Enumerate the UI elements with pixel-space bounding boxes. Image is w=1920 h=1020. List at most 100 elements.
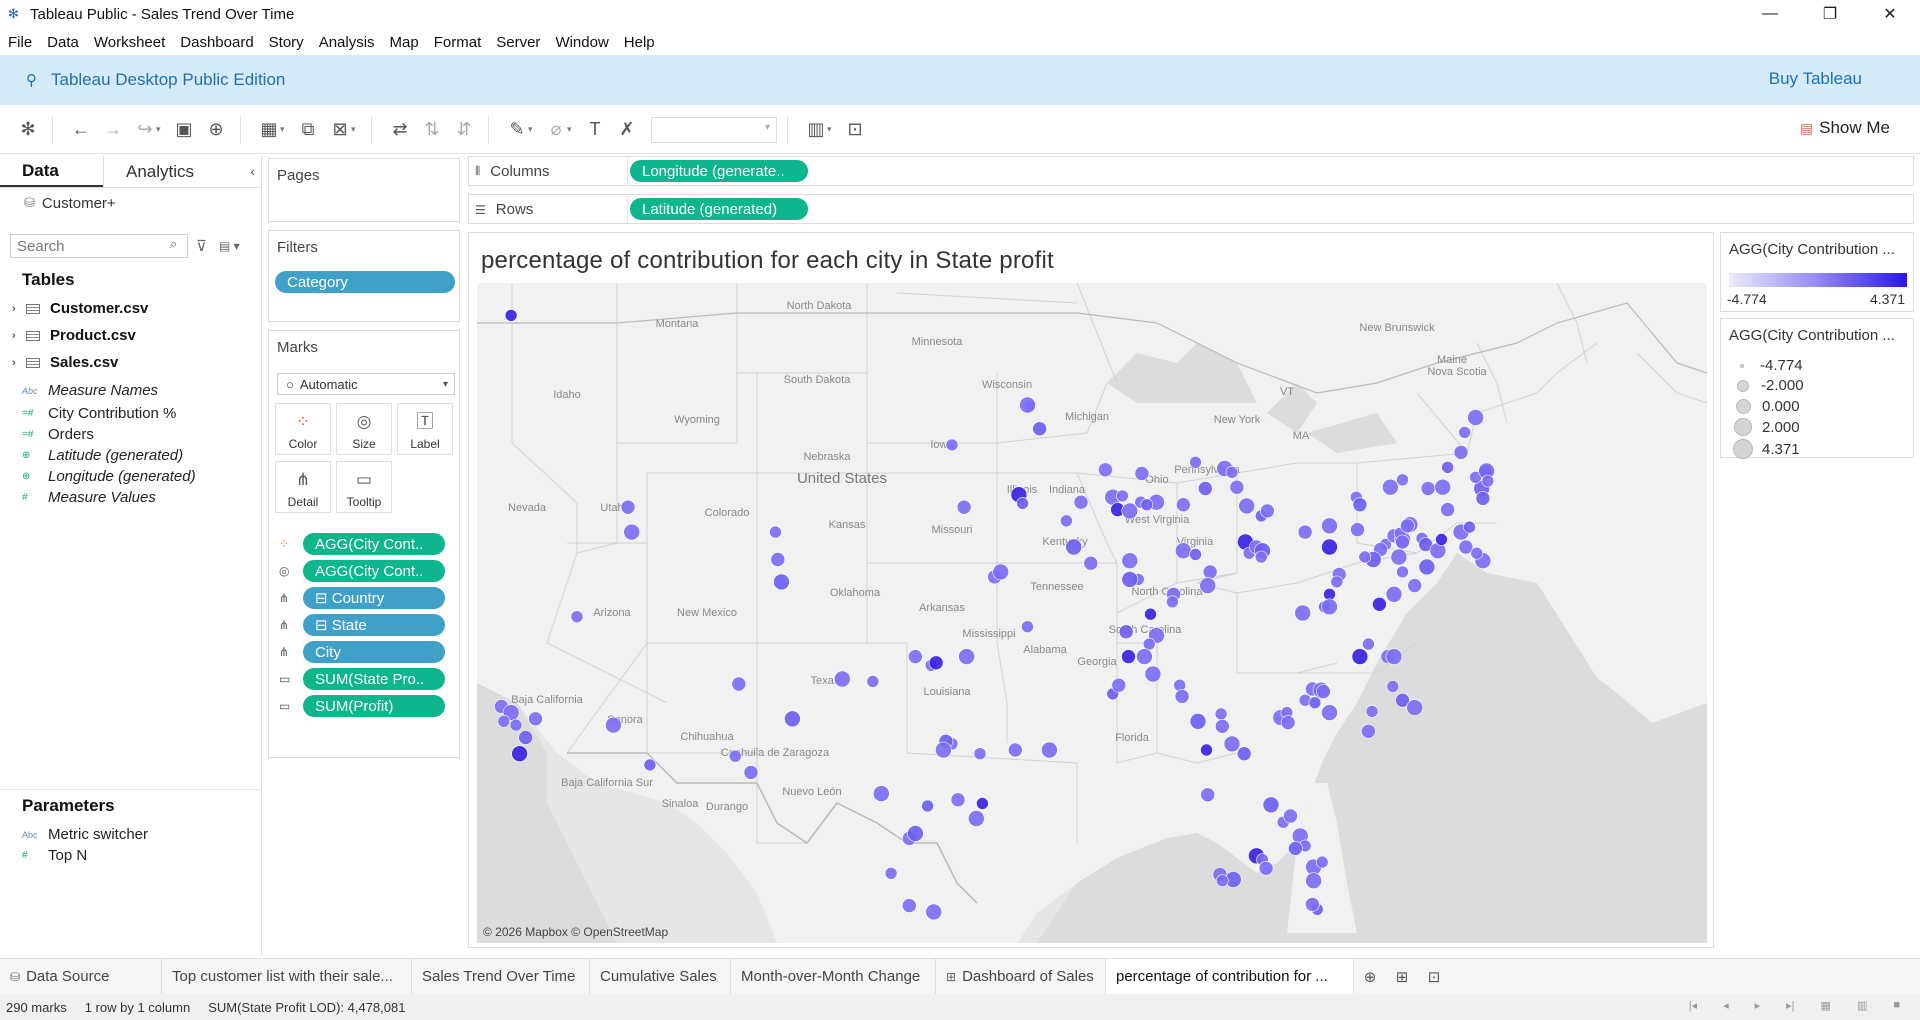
city-mark[interactable] [1098, 462, 1113, 478]
city-mark[interactable] [1288, 841, 1303, 856]
city-mark[interactable] [1214, 707, 1228, 721]
city-mark[interactable] [1136, 648, 1153, 665]
city-mark[interactable] [1396, 473, 1409, 487]
city-mark[interactable] [1238, 497, 1256, 515]
city-mark[interactable] [950, 792, 966, 808]
city-mark[interactable] [1321, 517, 1338, 535]
restore-button[interactable]: ❐ [1800, 0, 1860, 28]
city-mark[interactable] [769, 525, 782, 539]
city-mark[interactable] [1385, 648, 1403, 665]
menu-analysis[interactable]: Analysis [311, 34, 382, 51]
menu-file[interactable]: File [0, 34, 39, 51]
fix-axes-icon[interactable]: ✗ [613, 116, 641, 144]
city-mark[interactable] [1458, 426, 1472, 439]
city-mark[interactable] [1019, 396, 1036, 414]
city-mark[interactable] [1382, 478, 1399, 496]
dashboard-tab[interactable]: ⊞ Dashboard of Sales [936, 958, 1106, 995]
city-mark[interactable] [1420, 481, 1436, 496]
new-worksheet-icon[interactable]: ▦ [255, 116, 283, 144]
city-mark[interactable] [1223, 735, 1241, 753]
city-mark[interactable] [1007, 742, 1023, 758]
city-mark[interactable] [1372, 596, 1387, 612]
sort-descending-icon[interactable]: ⇵ [450, 116, 478, 144]
city-mark[interactable] [1441, 461, 1454, 474]
city-mark[interactable] [1434, 478, 1452, 496]
city-mark[interactable] [1351, 648, 1369, 665]
menu-help[interactable]: Help [616, 34, 662, 51]
city-mark[interactable] [1294, 604, 1312, 622]
sheet-tab[interactable]: Top customer list with their sale... [162, 958, 412, 995]
table-item[interactable]: › Product.csv [12, 327, 136, 344]
menu-dashboard[interactable]: Dashboard [172, 34, 260, 51]
tab-analytics[interactable]: Analytics ‹ [103, 156, 261, 187]
city-mark[interactable] [1315, 855, 1329, 869]
city-mark[interactable] [1144, 607, 1157, 621]
city-mark[interactable] [605, 716, 622, 734]
city-mark[interactable] [1041, 741, 1058, 759]
menu-format[interactable]: Format [426, 34, 489, 51]
duplicate-sheet-icon[interactable]: ⧉ [294, 116, 322, 144]
save-icon[interactable]: ▣ [170, 116, 198, 144]
color-button[interactable]: ⁘ Color [275, 403, 331, 455]
city-mark[interactable] [743, 765, 759, 780]
city-mark[interactable] [1283, 808, 1298, 824]
city-mark[interactable] [1321, 598, 1338, 616]
city-mark[interactable] [1021, 620, 1034, 634]
prev-sheet-icon[interactable]: ◂ [1723, 999, 1729, 1012]
chevron-down-icon[interactable]: ▾ [528, 124, 538, 135]
city-mark[interactable] [945, 438, 959, 452]
city-mark[interactable] [1297, 524, 1313, 540]
city-mark[interactable] [1065, 538, 1083, 556]
city-mark[interactable] [1116, 489, 1129, 503]
city-mark[interactable] [976, 797, 989, 810]
city-mark[interactable] [1121, 571, 1139, 588]
city-mark[interactable] [1134, 466, 1150, 481]
field-item[interactable]: ⊕ Latitude (generated) [22, 447, 183, 464]
chevron-down-icon[interactable]: ▾ [280, 124, 290, 135]
city-mark[interactable] [1202, 564, 1218, 580]
city-mark[interactable] [1330, 575, 1344, 589]
city-mark[interactable] [770, 552, 786, 567]
map-view[interactable]: Montana North Dakota Minnesota Wisconsin… [477, 283, 1707, 943]
menu-worksheet[interactable]: Worksheet [86, 34, 172, 51]
city-mark[interactable] [866, 675, 880, 688]
chevron-right-icon[interactable]: › [12, 357, 26, 369]
city-mark[interactable] [731, 676, 747, 692]
sheet-tab-active[interactable]: percentage of contribution for ... [1106, 958, 1354, 995]
city-mark[interactable] [1453, 445, 1469, 460]
group-members-icon[interactable]: ⌀ [542, 116, 570, 144]
mark-type-dropdown[interactable]: ○ Automatic ▾ [277, 373, 455, 395]
city-mark[interactable] [1470, 546, 1484, 560]
city-mark[interactable] [1385, 585, 1403, 603]
city-mark[interactable] [1175, 497, 1191, 512]
city-mark[interactable] [1481, 474, 1495, 488]
mark-pill[interactable]: AGG(City Cont.. [303, 533, 445, 555]
city-mark[interactable] [1386, 680, 1400, 693]
show-cards-icon[interactable]: ▥ [802, 116, 830, 144]
mark-pill[interactable]: City [303, 641, 445, 663]
city-mark[interactable] [1260, 503, 1275, 519]
city-mark[interactable] [1407, 578, 1423, 593]
last-sheet-icon[interactable]: ▸| [1786, 999, 1794, 1012]
filter-icon[interactable]: ⊽ [196, 237, 207, 255]
presentation-mode-icon[interactable]: ⊡ [841, 116, 869, 144]
city-mark[interactable] [1200, 787, 1216, 803]
city-mark[interactable] [1440, 502, 1455, 517]
pages-card[interactable]: Pages [268, 158, 460, 222]
view-options-icon[interactable]: ▤ ▾ [219, 239, 240, 253]
city-mark[interactable] [1258, 860, 1274, 876]
city-mark[interactable] [1390, 548, 1408, 566]
city-mark[interactable] [1305, 872, 1322, 890]
columns-pill[interactable]: Longitude (generate.. [630, 160, 808, 182]
city-mark[interactable] [1365, 705, 1379, 718]
city-mark[interactable] [884, 866, 898, 880]
city-mark[interactable] [1229, 479, 1245, 495]
show-labels-icon[interactable]: T [581, 116, 609, 144]
close-button[interactable]: ✕ [1860, 0, 1920, 28]
undo-icon[interactable]: ← [67, 116, 95, 144]
city-mark[interactable] [1118, 624, 1134, 640]
city-mark[interactable] [1400, 518, 1415, 534]
parameter-item[interactable]: # Top N [22, 847, 87, 864]
sheet-tab[interactable]: Month-over-Month Change [731, 958, 936, 995]
table-item[interactable]: › Sales.csv [12, 354, 118, 371]
